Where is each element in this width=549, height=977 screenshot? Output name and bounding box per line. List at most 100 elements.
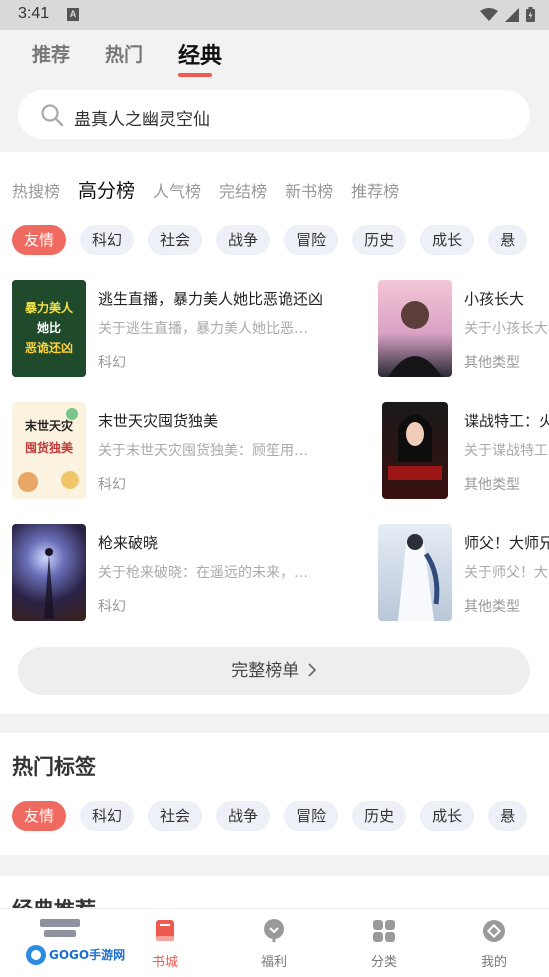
book-title[interactable]: 谍战特工：火	[464, 410, 549, 431]
battery-icon	[526, 7, 535, 22]
hot-tags-card: 热门标签 友情 科幻 社会 战争 冒险 历史 成长 悬	[0, 733, 549, 855]
book-cover[interactable]	[378, 280, 452, 377]
svg-text:末世天灾: 末世天灾	[25, 418, 74, 433]
nav-bookstore[interactable]: 书城	[125, 919, 205, 970]
book-category: 其他类型	[464, 599, 520, 615]
nav-mine[interactable]: 我的	[454, 919, 534, 970]
book-description: 关于谍战特工	[464, 443, 548, 459]
book-item[interactable]: 末世天灾 囤货独美 末世天灾囤货独美 关于末世天灾囤货独美：顾笙用… 科幻	[12, 402, 362, 499]
svg-text:GOGO手游网: GOGO手游网	[49, 947, 125, 962]
book-description: 关于逃生直播，暴力美人她比恶…	[98, 321, 308, 337]
chip-society[interactable]: 社会	[148, 225, 203, 255]
gogo-logo: GOGO手游网	[22, 917, 142, 971]
search-input[interactable]: 蛊真人之幽灵空仙	[74, 105, 210, 130]
ranking-card: 热搜榜 高分榜 人气榜 完结榜 新书榜 推荐榜 友情 科幻 社会 战争 冒险 历…	[0, 152, 549, 714]
book-item[interactable]: 小孩长大 关于小孩长大 其他类型	[378, 280, 549, 377]
svg-text:囤货独美: 囤货独美	[25, 440, 74, 455]
nav-bookstore-label: 书城	[151, 955, 178, 970]
chip-suspense[interactable]: 悬	[488, 225, 528, 255]
svg-text:暴力美人: 暴力美人	[24, 300, 74, 315]
full-ranking-button[interactable]: 完整榜单	[18, 647, 530, 695]
cover-figure-art	[388, 301, 442, 377]
book-category: 科幻	[98, 477, 126, 493]
search-bar[interactable]: 蛊真人之幽灵空仙	[18, 90, 530, 139]
genre-chips: 友情 科幻 社会 战争 冒险 历史 成长 悬	[12, 225, 541, 255]
tab-hot[interactable]: 热门	[105, 40, 143, 67]
book-description: 关于末世天灾囤货独美：顾笙用…	[98, 443, 308, 459]
chip-war[interactable]: 战争	[216, 225, 271, 255]
full-ranking-label: 完整榜单	[231, 661, 300, 681]
book-description: 关于小孩长大	[464, 321, 548, 337]
book-title[interactable]: 师父！大师兄	[464, 532, 549, 553]
top-bar: 推荐 热门 经典 蛊真人之幽灵空仙	[0, 30, 549, 152]
book-item[interactable]: 师父！大师兄 关于师父！大 其他类型	[378, 524, 549, 621]
nav-mine-label: 我的	[480, 955, 507, 970]
tag-scifi[interactable]: 科幻	[80, 801, 135, 831]
nav-welfare[interactable]: 福利	[234, 919, 314, 970]
nav-welfare-label: 福利	[260, 955, 287, 970]
book-title[interactable]: 枪来破晓	[98, 532, 158, 553]
book-category: 其他类型	[464, 355, 520, 371]
book-cover[interactable]: 暴力美人 她比 恶诡还凶	[12, 280, 86, 377]
rank-tab-high-score[interactable]: 高分榜	[78, 176, 135, 203]
cover-art-title: 末世天灾 囤货独美	[12, 402, 86, 499]
book-item[interactable]: 枪来破晓 关于枪来破晓：在遥远的未来，… 科幻	[12, 524, 362, 621]
book-description: 关于师父！大	[464, 565, 548, 581]
profile-icon	[483, 920, 505, 942]
tab-recommend[interactable]: 推荐	[32, 40, 70, 67]
rank-tab-popular[interactable]: 人气榜	[153, 178, 201, 202]
book-cover[interactable]	[12, 524, 86, 621]
notification-a-icon: A	[67, 8, 79, 21]
book-category: 其他类型	[464, 477, 520, 493]
tag-history[interactable]: 历史	[352, 801, 407, 831]
book-category: 科幻	[98, 355, 126, 371]
status-bar: 3:41 A	[0, 0, 549, 30]
book-cover[interactable]: 末世天灾 囤货独美	[12, 402, 86, 499]
book-title[interactable]: 逃生直播，暴力美人她比恶诡还凶	[98, 288, 323, 309]
rank-tab-hot-search[interactable]: 热搜榜	[12, 178, 60, 202]
system-icons	[480, 7, 535, 22]
cover-figure-art	[398, 534, 440, 621]
signal-icon	[505, 7, 519, 22]
chip-friendship[interactable]: 友情	[12, 225, 67, 255]
status-time: 3:41	[18, 5, 50, 22]
tag-war[interactable]: 战争	[216, 801, 271, 831]
tab-classic[interactable]: 经典	[178, 38, 222, 70]
svg-text:恶诡还凶: 恶诡还凶	[25, 340, 73, 355]
rank-tab-recommended[interactable]: 推荐榜	[351, 178, 399, 202]
hot-tags-title: 热门标签	[12, 755, 96, 779]
tag-growth[interactable]: 成长	[420, 801, 475, 831]
book-icon	[156, 920, 174, 941]
svg-text:她比: 她比	[37, 320, 61, 335]
cover-figure-art	[44, 548, 54, 619]
chip-adventure[interactable]: 冒险	[284, 225, 339, 255]
rank-tab-new[interactable]: 新书榜	[285, 178, 333, 202]
nav-category-label: 分类	[370, 955, 397, 970]
book-title[interactable]: 末世天灾囤货独美	[98, 410, 218, 431]
search-icon	[41, 104, 64, 127]
nav-category[interactable]: 分类	[344, 919, 424, 970]
chevron-right-icon	[308, 663, 316, 677]
wifi-icon	[480, 7, 498, 21]
book-title[interactable]: 小孩长大	[464, 288, 524, 309]
book-item[interactable]: 暴力美人 她比 恶诡还凶 逃生直播，暴力美人她比恶诡还凶 关于逃生直播，暴力美人…	[12, 280, 362, 377]
tag-adventure[interactable]: 冒险	[284, 801, 339, 831]
grid-icon	[373, 920, 395, 942]
gift-icon	[264, 919, 284, 942]
gogo-logo-icon: GOGO手游网	[26, 919, 125, 965]
tag-friendship[interactable]: 友情	[12, 801, 67, 831]
rank-tab-completed[interactable]: 完结榜	[219, 178, 267, 202]
book-cover[interactable]	[382, 402, 448, 499]
chip-history[interactable]: 历史	[352, 225, 407, 255]
book-cover[interactable]	[378, 524, 452, 621]
cover-art-title: 暴力美人 她比 恶诡还凶	[12, 280, 86, 377]
book-description: 关于枪来破晓：在遥远的未来，…	[98, 565, 308, 581]
chip-growth[interactable]: 成长	[420, 225, 475, 255]
tag-suspense[interactable]: 悬	[488, 801, 528, 831]
chip-scifi[interactable]: 科幻	[80, 225, 135, 255]
book-item[interactable]: 谍战特工：火 关于谍战特工 其他类型	[378, 402, 549, 499]
tag-society[interactable]: 社会	[148, 801, 203, 831]
ranking-tabs: 热搜榜 高分榜 人气榜 完结榜 新书榜 推荐榜	[12, 176, 417, 203]
book-category: 科幻	[98, 599, 126, 615]
active-tab-indicator	[178, 73, 212, 77]
